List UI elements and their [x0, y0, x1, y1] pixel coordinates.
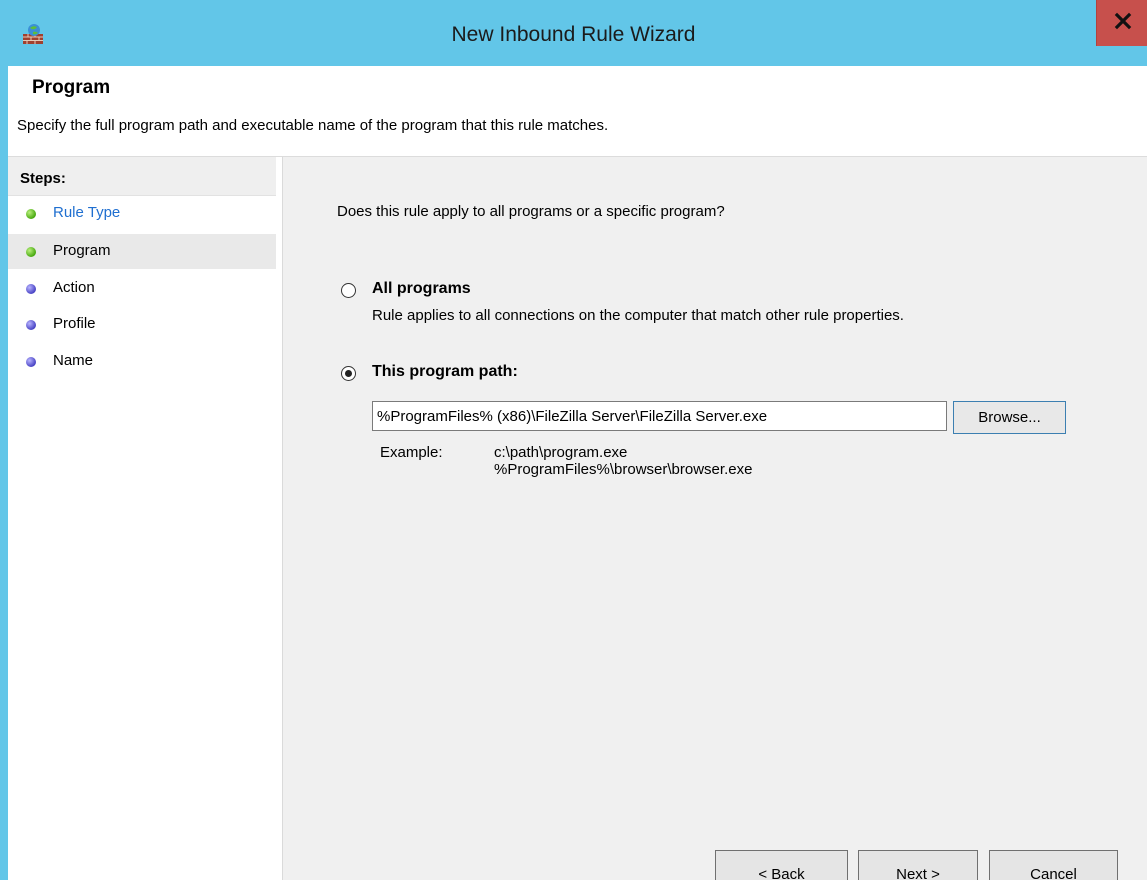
wizard-body: Program Specify the full program path an… [8, 66, 1147, 880]
close-button[interactable] [1096, 0, 1147, 46]
all-programs-label[interactable]: All programs [372, 280, 471, 298]
scope-question: Does this rule apply to all programs or … [337, 203, 725, 220]
example-line-2: %ProgramFiles%\browser\browser.exe [494, 461, 753, 478]
window-title: New Inbound Rule Wizard [451, 23, 696, 46]
example-line-1: c:\path\program.exe [494, 444, 628, 461]
back-button[interactable]: < Back [715, 850, 848, 880]
page-header: Program Specify the full program path an… [8, 66, 1147, 156]
step-name: Name [8, 344, 276, 379]
step-complete-dot-icon [26, 209, 36, 219]
step-profile: Profile [8, 307, 276, 342]
example-label: Example: [380, 444, 443, 461]
step-rule-type[interactable]: Rule Type [8, 196, 276, 231]
steps-title: Steps: [20, 170, 66, 187]
step-program[interactable]: Program [8, 234, 276, 269]
browse-button[interactable]: Browse... [953, 401, 1066, 434]
step-pending-dot-icon [26, 320, 36, 330]
step-label: Program [53, 242, 111, 259]
step-label: Profile [53, 315, 96, 332]
back-button-label: < Back [758, 866, 805, 880]
wizard-window: New Inbound Rule Wizard Program Specify … [0, 0, 1147, 880]
all-programs-description: Rule applies to all connections on the c… [372, 307, 904, 324]
page-title: Program [32, 77, 111, 98]
step-label: Action [53, 279, 95, 296]
step-pending-dot-icon [26, 357, 36, 367]
step-action: Action [8, 271, 276, 306]
step-pending-dot-icon [26, 284, 36, 294]
content-panel: Does this rule apply to all programs or … [282, 156, 1147, 880]
title-bar[interactable]: New Inbound Rule Wizard [0, 0, 1147, 66]
next-button[interactable]: Next > [858, 850, 978, 880]
page-description: Specify the full program path and execut… [17, 117, 609, 134]
cancel-button-label: Cancel [1030, 866, 1077, 880]
step-label: Name [53, 352, 94, 369]
step-complete-dot-icon [26, 247, 36, 257]
all-programs-radio[interactable] [341, 283, 356, 298]
program-path-label[interactable]: This program path: [372, 363, 518, 381]
program-path-input[interactable] [372, 401, 947, 431]
next-button-label: Next > [896, 866, 940, 880]
step-label: Rule Type [53, 204, 121, 221]
cancel-button[interactable]: Cancel [989, 850, 1118, 880]
steps-sidebar: Steps: Rule Type Program Action Profile … [8, 156, 282, 880]
close-icon [1114, 12, 1132, 30]
program-path-radio[interactable] [341, 366, 356, 381]
steps-header: Steps: [8, 157, 276, 196]
